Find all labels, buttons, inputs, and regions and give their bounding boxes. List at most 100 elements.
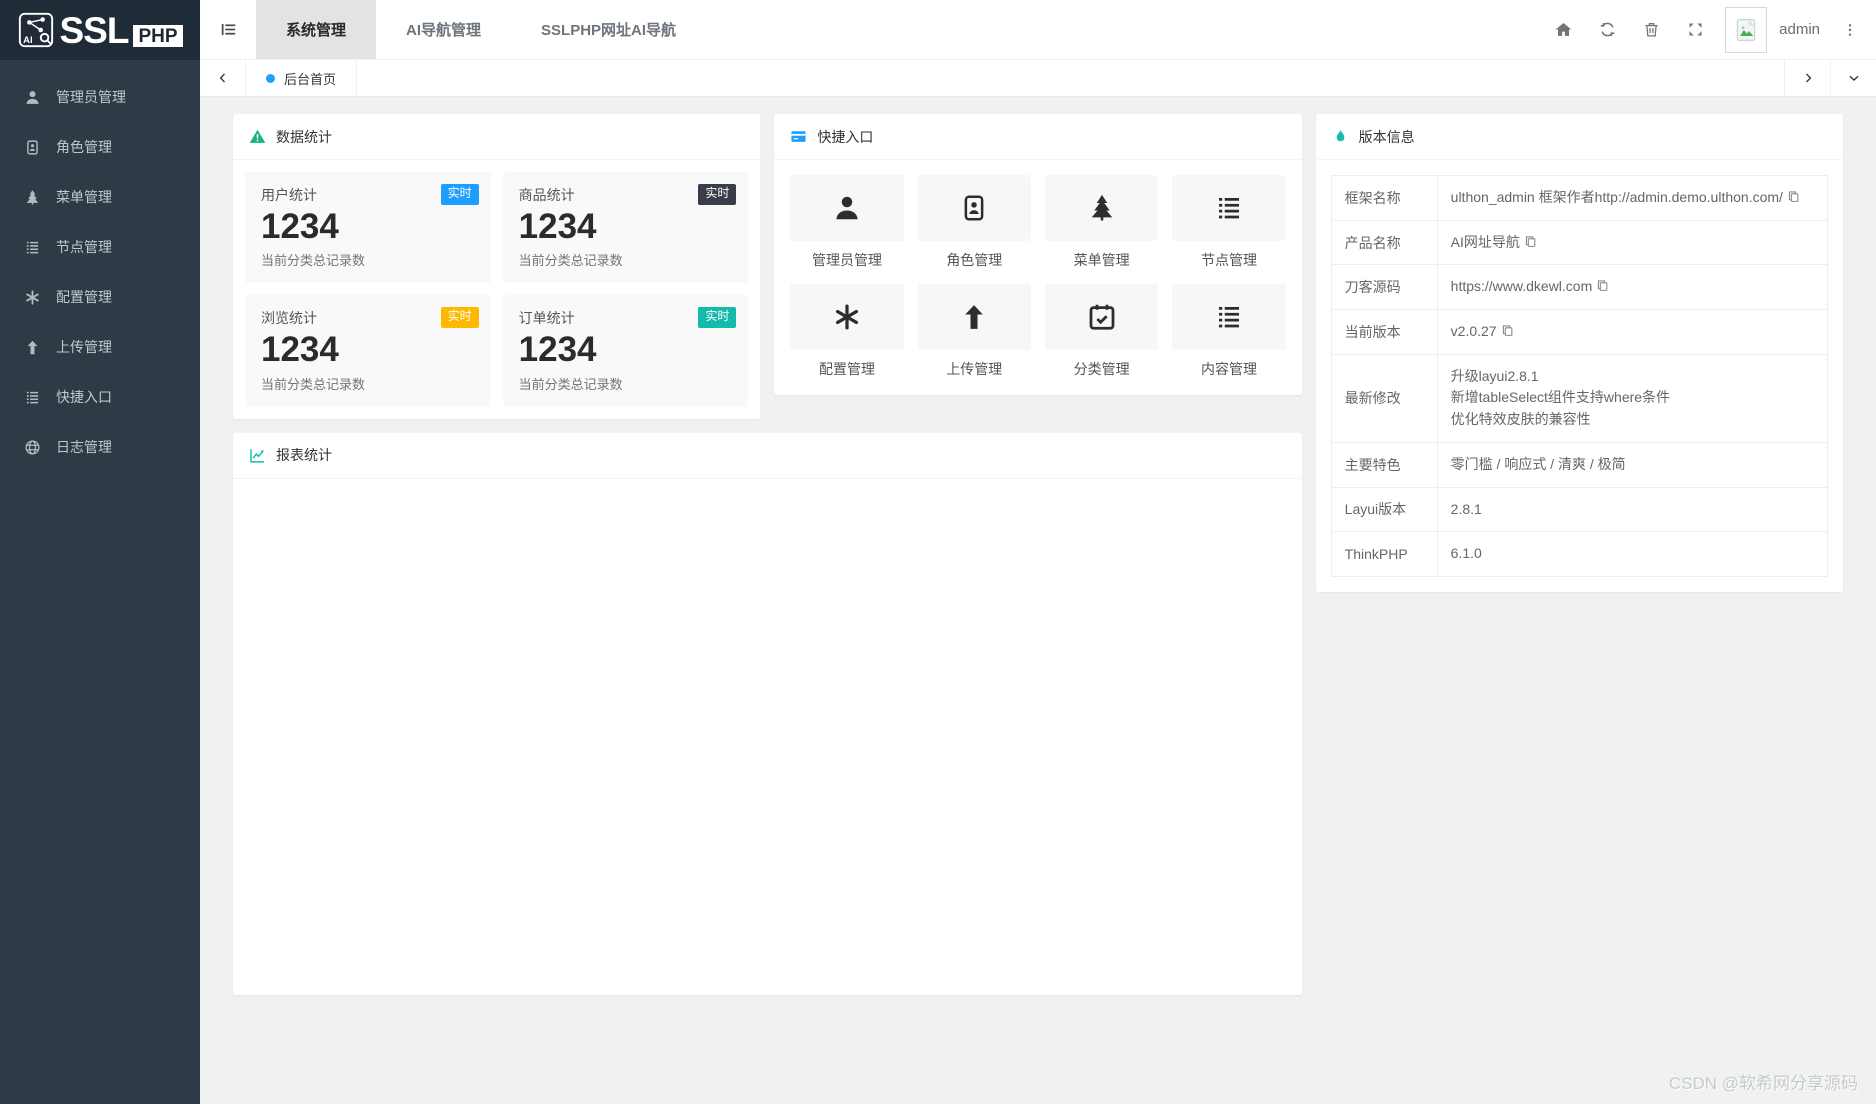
stat-value: 1234	[261, 330, 475, 370]
sidebar-item-config-manage[interactable]: 配置管理	[0, 272, 200, 322]
quick-entry-tile	[918, 284, 1031, 350]
quick-entry-label: 菜单管理	[1045, 250, 1158, 270]
quick-entry-node-manage[interactable]: 节点管理	[1172, 175, 1285, 270]
stats-grid: 用户统计 实时 1234 当前分类总记录数 商品统计 实时 1234 当前分类总…	[233, 160, 760, 419]
version-row-label: 主要特色	[1331, 442, 1437, 487]
report-chart-area	[233, 479, 1302, 995]
warning-triangle-icon	[249, 128, 266, 145]
quick-entry-content-manage[interactable]: 内容管理	[1172, 284, 1285, 379]
tree-icon	[1087, 193, 1117, 223]
chevron-right-icon	[1801, 71, 1815, 85]
quick-entry-label: 节点管理	[1172, 250, 1285, 270]
header: 系统管理 AI导航管理 SSLPHP网址AI导航 admin	[200, 0, 1876, 60]
version-row-label: 产品名称	[1331, 220, 1437, 265]
quick-entry-label: 分类管理	[1045, 359, 1158, 379]
version-row-value: 零门槛 / 响应式 / 清爽 / 极简	[1437, 442, 1827, 487]
version-table: 框架名称 ulthon_admin 框架作者http://admin.demo.…	[1331, 175, 1828, 577]
stat-desc: 当前分类总记录数	[519, 374, 733, 393]
sidebar-item-admin-manage[interactable]: 管理员管理	[0, 72, 200, 122]
stat-value: 1234	[261, 207, 475, 247]
quick-entry-config-manage[interactable]: 配置管理	[790, 284, 903, 379]
stat-value: 1234	[519, 207, 733, 247]
quick-entry-tile	[918, 175, 1031, 241]
stat-box-goods[interactable]: 商品统计 实时 1234 当前分类总记录数	[503, 172, 749, 283]
sidebar-item-label: 日志管理	[56, 437, 112, 457]
version-row-value: v2.0.27	[1437, 310, 1827, 355]
version-info-card: 版本信息 框架名称 ulthon_admin 框架作者http://admin.…	[1316, 114, 1843, 592]
tabs-scroll-left-button[interactable]	[200, 60, 246, 96]
sidebar-item-node-manage[interactable]: 节点管理	[0, 222, 200, 272]
version-row-current-version: 当前版本 v2.0.27	[1331, 310, 1827, 355]
quick-entry-upload-manage[interactable]: 上传管理	[918, 284, 1031, 379]
quick-entry-admin-manage[interactable]: 管理员管理	[790, 175, 903, 270]
tabs-scroll-right-button[interactable]	[1784, 60, 1830, 96]
sidebar-item-label: 角色管理	[56, 137, 112, 157]
report-statistics-header: 报表统计	[233, 433, 1302, 479]
collapse-menu-button[interactable]	[200, 0, 256, 59]
copy-icon[interactable]	[1787, 190, 1800, 203]
data-statistics-card: 数据统计 用户统计 实时 1234 当前分类总记录数 商品统计 实时 1234 …	[233, 114, 760, 419]
sidebar-item-quick-entry[interactable]: 快捷入口	[0, 372, 200, 422]
credit-card-icon	[790, 128, 807, 145]
sidebar-item-upload-manage[interactable]: 上传管理	[0, 322, 200, 372]
version-row-framework: 框架名称 ulthon_admin 框架作者http://admin.demo.…	[1331, 176, 1827, 221]
stat-desc: 当前分类总记录数	[519, 250, 733, 269]
tabs-menu-button[interactable]	[1830, 60, 1876, 96]
logo-text-php: PHP	[133, 25, 182, 47]
quick-entry-label: 角色管理	[918, 250, 1031, 270]
card-title: 版本信息	[1359, 127, 1415, 147]
quick-entry-menu-manage[interactable]: 菜单管理	[1045, 175, 1158, 270]
sidebar-item-log-manage[interactable]: 日志管理	[0, 422, 200, 472]
sidebar-item-label: 上传管理	[56, 337, 112, 357]
copy-icon[interactable]	[1501, 324, 1514, 337]
logo[interactable]: AI SSL PHP	[0, 0, 200, 60]
version-row-value: 2.8.1	[1437, 487, 1827, 532]
quick-entry-tile	[790, 284, 903, 350]
fullscreen-icon	[1687, 21, 1704, 38]
clear-cache-button[interactable]	[1629, 0, 1673, 59]
refresh-button[interactable]	[1585, 0, 1629, 59]
quick-entry-tile	[790, 175, 903, 241]
quick-entry-label: 上传管理	[918, 359, 1031, 379]
version-info-header: 版本信息	[1316, 114, 1843, 160]
top-nav-ai-nav-manage[interactable]: AI导航管理	[376, 0, 511, 59]
tab-home-label: 后台首页	[284, 69, 336, 88]
stat-box-orders[interactable]: 订单统计 实时 1234 当前分类总记录数	[503, 295, 749, 406]
calendar-check-icon	[1087, 302, 1117, 332]
more-menu-button[interactable]	[1830, 0, 1870, 59]
stat-box-users[interactable]: 用户统计 实时 1234 当前分类总记录数	[245, 172, 491, 283]
copy-icon[interactable]	[1596, 279, 1609, 292]
stat-desc: 当前分类总记录数	[261, 374, 475, 393]
refresh-icon	[1599, 21, 1616, 38]
sidebar-item-label: 节点管理	[56, 237, 112, 257]
username[interactable]: admin	[1767, 0, 1830, 59]
copy-icon[interactable]	[1524, 235, 1537, 248]
quick-entry-category-manage[interactable]: 分类管理	[1045, 284, 1158, 379]
quick-grid: 管理员管理 角色管理 菜单管理 节点管理	[774, 160, 1301, 395]
fullscreen-button[interactable]	[1673, 0, 1717, 59]
stat-box-views[interactable]: 浏览统计 实时 1234 当前分类总记录数	[245, 295, 491, 406]
version-row-value: ulthon_admin 框架作者http://admin.demo.ultho…	[1437, 176, 1827, 221]
asterisk-icon	[832, 302, 862, 332]
sidebar: AI SSL PHP 管理员管理 角色管理 菜单管理 节点管理	[0, 0, 200, 1104]
top-nav-system-manage[interactable]: 系统管理	[256, 0, 376, 59]
top-nav-sslphp-ai-nav[interactable]: SSLPHP网址AI导航	[511, 0, 706, 59]
upload-icon	[959, 302, 989, 332]
globe-icon	[24, 439, 41, 456]
avatar[interactable]	[1725, 7, 1767, 53]
user-icon	[832, 193, 862, 223]
broken-image-icon	[1733, 17, 1759, 43]
home-button[interactable]	[1541, 0, 1585, 59]
quick-entry-role-manage[interactable]: 角色管理	[918, 175, 1031, 270]
list-icon	[1214, 193, 1244, 223]
realtime-badge: 实时	[698, 184, 736, 205]
sidebar-item-menu-manage[interactable]: 菜单管理	[0, 172, 200, 222]
stat-value: 1234	[519, 330, 733, 370]
report-statistics-card: 报表统计	[233, 433, 1302, 995]
home-icon	[1555, 21, 1572, 38]
sidebar-item-role-manage[interactable]: 角色管理	[0, 122, 200, 172]
chevron-down-icon	[1847, 71, 1861, 85]
tab-home[interactable]: 后台首页	[246, 60, 357, 96]
version-row-label: 框架名称	[1331, 176, 1437, 221]
data-statistics-header: 数据统计	[233, 114, 760, 160]
